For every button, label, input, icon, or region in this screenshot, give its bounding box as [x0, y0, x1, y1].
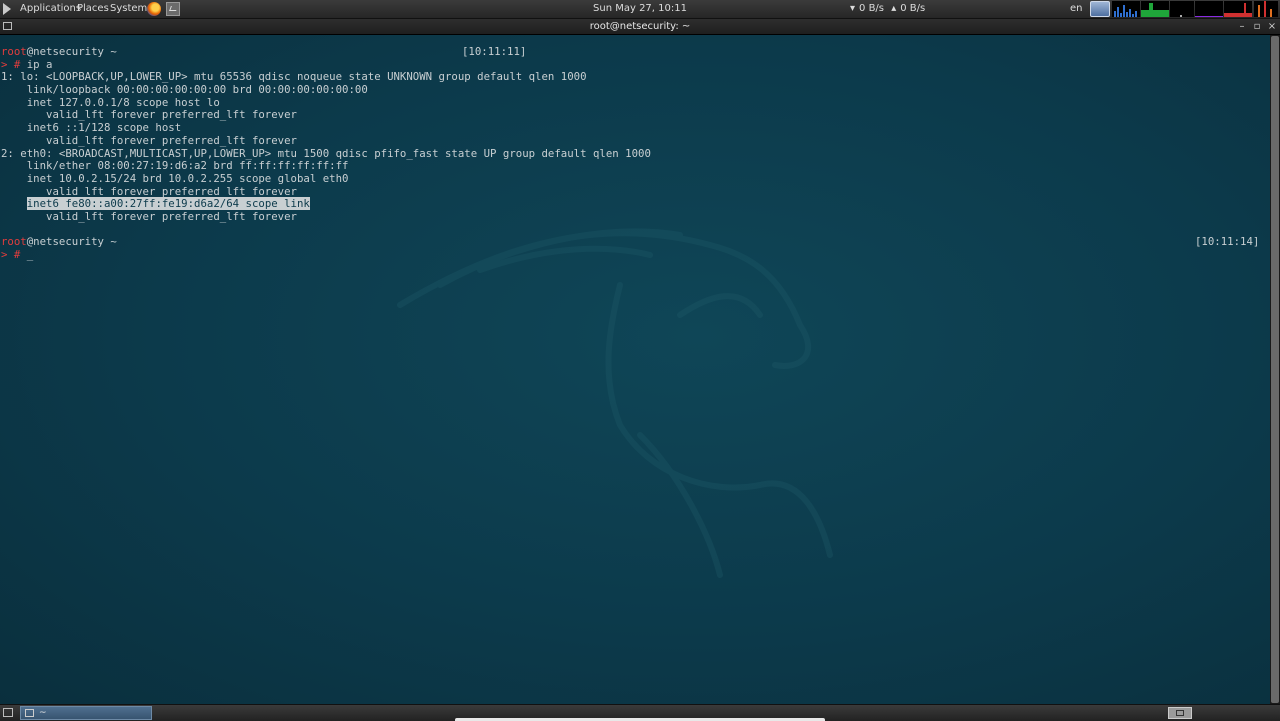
- download-speed: 0 B/s: [859, 3, 885, 14]
- minimize-button[interactable]: –: [1236, 19, 1248, 34]
- output-text: valid_lft forever preferred_lft forever: [1, 108, 297, 122]
- terminal-line: > # _: [1, 248, 1266, 262]
- command-input: _: [20, 248, 34, 261]
- network-monitor[interactable]: ▾ 0 B/s ▴ 0 B/s: [850, 0, 929, 18]
- window-menu-icon[interactable]: [3, 22, 12, 30]
- load-monitor-graph[interactable]: [1224, 1, 1252, 17]
- prompt-host: @netsecurity ~: [26, 235, 117, 249]
- output-text: inet 127.0.0.1/8 scope host lo: [1, 95, 220, 109]
- prompt-timestamp: [10:11:14]: [1195, 235, 1260, 249]
- taskbar-item-label: ~: [39, 708, 47, 718]
- output-text: link/ether 08:00:27:19:d6:a2 brd ff:ff:f…: [1, 159, 349, 173]
- output-text: 1: lo: <LOOPBACK,UP,LOWER_UP> mtu 65536 …: [1, 70, 587, 84]
- terminal-scrollbar[interactable]: [1270, 35, 1280, 704]
- prompt-timestamp: [10:11:11]: [462, 45, 527, 58]
- output-text: valid_lft forever preferred_lft forever: [1, 133, 297, 147]
- taskbar-terminal-item[interactable]: ~: [20, 706, 152, 720]
- bottom-panel: ~: [0, 704, 1280, 721]
- output-text: inet 10.0.2.15/24 brd 10.0.2.255 scope g…: [1, 171, 349, 185]
- output-text: 2: eth0: <BROADCAST,MULTICAST,UP,LOWER_U…: [1, 146, 651, 160]
- network-monitor-graph[interactable]: [1170, 1, 1194, 17]
- prompt-arrow: >: [1, 57, 8, 71]
- terminal-line: valid_lft forever preferred_lft forever: [1, 209, 1266, 224]
- terminal-view[interactable]: root@netsecurity ~ [10:11:11] > # ip a 1: l…: [0, 35, 1270, 704]
- scrollbar-thumb[interactable]: [1271, 36, 1279, 703]
- output-text: valid_lft forever preferred_lft forever: [1, 209, 297, 223]
- cpu-monitor-graph[interactable]: [1112, 1, 1140, 17]
- window-title: root@netsecurity: ~: [589, 21, 691, 32]
- computer-icon[interactable]: [1090, 1, 1110, 17]
- workspace-switcher[interactable]: [1168, 707, 1192, 719]
- panel-clock[interactable]: Sun May 27, 10:11: [0, 0, 1280, 18]
- keyboard-layout-indicator[interactable]: en: [1070, 0, 1083, 18]
- download-arrow-icon: ▾: [850, 3, 856, 14]
- output-text: valid_lft forever preferred_lft forever: [1, 184, 297, 198]
- terminal-title-bar[interactable]: root@netsecurity: ~ – ▫ ×: [0, 19, 1280, 35]
- maximize-button[interactable]: ▫: [1251, 19, 1263, 34]
- upload-speed: 0 B/s: [900, 3, 926, 14]
- prompt-user: root: [1, 45, 27, 58]
- terminal-output: root@netsecurity ~ [10:11:11] > # ip a 1: l…: [1, 45, 1266, 262]
- swap-monitor-graph[interactable]: [1195, 1, 1223, 17]
- show-desktop-icon[interactable]: [3, 708, 13, 717]
- terminal-icon: [25, 709, 34, 717]
- prompt-user: root: [1, 235, 27, 249]
- command-input: ip a: [20, 57, 53, 71]
- memory-monitor-graph[interactable]: [1141, 1, 1169, 17]
- selected-text: inet6 fe80::a00:27ff:fe19:d6a2/64 scope …: [26, 197, 310, 211]
- output-text: link/loopback 00:00:00:00:00:00 brd 00:0…: [1, 83, 368, 97]
- prompt-arrow: >: [1, 248, 8, 261]
- upload-arrow-icon: ▴: [891, 3, 897, 14]
- top-panel: Applications Places System Sun May 27, 1…: [0, 0, 1280, 19]
- output-text: inet6 ::1/128 scope host: [1, 121, 182, 135]
- terminal-line: root@netsecurity ~ [10:11:14]: [1, 235, 1266, 249]
- close-button[interactable]: ×: [1266, 19, 1278, 34]
- terminal-line: root@netsecurity ~ [10:11:11]: [1, 45, 1266, 59]
- disk-monitor-graph[interactable]: [1254, 1, 1278, 17]
- terminal-line: valid_lft forever preferred_lft forever: [1, 109, 1266, 122]
- prompt-host: @netsecurity ~: [26, 45, 117, 58]
